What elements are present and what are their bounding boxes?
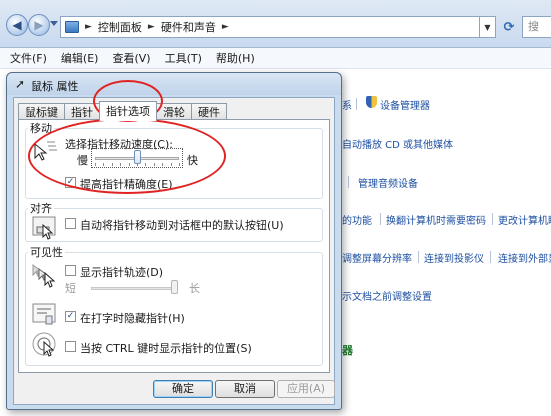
recent-pages-chevron-icon[interactable] — [50, 21, 58, 26]
link-divider — [356, 98, 357, 110]
speed-fast-label: 快 — [187, 154, 198, 167]
speed-slider-tick — [128, 163, 130, 166]
snap-to-checkbox[interactable] — [65, 218, 76, 229]
tab-pointers[interactable]: 指针 — [64, 103, 100, 120]
speed-slider-tick — [145, 163, 147, 166]
dialog-client-area: 鼠标键 指针 指针选项 滑轮 硬件 移动 选择指针移动速度(C): 慢 快 ✓ … — [13, 97, 335, 405]
menu-edit[interactable]: 编辑(E) — [61, 50, 99, 66]
section-heading-partial[interactable]: 器 — [342, 342, 353, 358]
enhance-precision-label[interactable]: 提高指针精确度(E) — [80, 176, 173, 192]
speed-slow-label: 慢 — [77, 154, 88, 167]
tab-buttons[interactable]: 鼠标键 — [18, 103, 65, 120]
breadcrumb-control-panel[interactable]: 控制面板 — [98, 19, 142, 35]
speed-slider-tick — [170, 163, 172, 166]
trails-slider-track — [91, 287, 175, 290]
breadcrumb-separator: ► — [85, 22, 92, 32]
hide-while-typing-label[interactable]: 在打字时隐藏指针(H) — [80, 310, 185, 326]
back-arrow-icon[interactable]: ◀ — [6, 14, 28, 36]
forward-arrow-icon[interactable]: ▶ — [28, 14, 50, 36]
breadcrumb-separator: ► — [147, 22, 155, 32]
speed-slider-tick — [179, 163, 180, 166]
link-divider — [348, 176, 349, 188]
show-location-label[interactable]: 当按 CTRL 键时显示指针的位置(S) — [80, 340, 252, 356]
link-divider — [380, 213, 381, 225]
checkmark-icon: ✓ — [66, 311, 75, 321]
address-dropdown-icon[interactable]: ▼ — [480, 16, 496, 38]
snap-to-label[interactable]: 自动将指针移动到对话框中的默认按钮(U) — [80, 217, 284, 233]
trails-slider-thumb — [171, 280, 178, 294]
apply-button[interactable]: 应用(A) — [277, 380, 335, 398]
show-location-ctrl-icon — [32, 332, 56, 357]
menu-file[interactable]: 文件(F) — [10, 50, 47, 66]
menu-view[interactable]: 查看(V) — [112, 50, 150, 66]
speed-slider-tick — [95, 163, 96, 166]
trails-long-label: 长 — [189, 282, 200, 295]
menu-help[interactable]: 帮助(H) — [216, 50, 255, 66]
link-connect-projector[interactable]: 连接到投影仪 — [424, 250, 484, 265]
menu-bar: 文件(F) 编辑(E) 查看(V) 工具(T) 帮助(H) — [0, 48, 551, 69]
speed-slider-tick — [137, 163, 138, 166]
pointer-options-panel: 移动 选择指针移动速度(C): 慢 快 ✓ 提高指针精确度(E) 对齐 自动将指… — [18, 119, 330, 373]
speed-slider-tick — [162, 163, 164, 166]
menu-tools[interactable]: 工具(T) — [165, 50, 202, 66]
snap-to-default-icon — [32, 216, 56, 240]
link-divider — [490, 251, 491, 263]
link-power-partial[interactable]: 的功能 — [342, 212, 372, 227]
link-autoplay[interactable]: 自动播放 CD 或其他媒体 — [342, 136, 453, 151]
trails-short-label: 短 — [65, 282, 76, 295]
pointer-speed-icon — [34, 141, 57, 161]
explorer-address-bar: ◀ ▶ ► 控制面板 ► 硬件和声音 ► ▼ ⟳ 搜 — [0, 0, 551, 48]
link-presentation-settings[interactable]: 示文档之前调整设置 — [342, 288, 432, 303]
link-manage-audio[interactable]: 管理音频设备 — [358, 175, 418, 190]
mouse-properties-dialog: ➚ 鼠标 属性 鼠标键 指针 指针选项 滑轮 硬件 移动 选择指针移动速度(C)… — [6, 72, 342, 410]
tab-strip: 鼠标键 指针 指针选项 滑轮 硬件 — [18, 101, 227, 121]
hide-while-typing-checkbox[interactable]: ✓ — [65, 311, 76, 322]
checkmark-icon: ✓ — [66, 177, 75, 187]
link-sleep-settings[interactable]: 更改计算机睡 — [498, 212, 551, 227]
shield-icon — [366, 96, 377, 108]
link-external-display[interactable]: 连接到外部显 — [498, 250, 551, 265]
cancel-button[interactable]: 取消 — [215, 380, 275, 398]
dialog-titlebar[interactable]: ➚ 鼠标 属性 — [7, 73, 341, 95]
link-wake-password[interactable]: 换翻计算机时需要密码 — [386, 212, 486, 227]
hide-while-typing-icon — [32, 303, 56, 325]
speed-slider-tick — [111, 163, 113, 166]
dialog-title: 鼠标 属性 — [31, 80, 79, 93]
tab-wheel[interactable]: 滑轮 — [156, 103, 192, 120]
tab-hardware[interactable]: 硬件 — [191, 103, 227, 120]
link-divider — [492, 213, 493, 225]
link-device-manager[interactable]: 设备管理器 — [380, 97, 430, 112]
tab-pointer-options[interactable]: 指针选项 — [99, 101, 157, 121]
breadcrumb-separator: ► — [221, 22, 229, 32]
link-system-partial[interactable]: 系 — [342, 97, 352, 112]
address-field[interactable]: ► 控制面板 ► 硬件和声音 ► — [60, 16, 480, 38]
pointer-trails-checkbox[interactable] — [65, 265, 76, 276]
control-panel-icon — [65, 21, 79, 33]
speed-slider-tick — [153, 163, 155, 166]
link-screen-resolution[interactable]: 调整屏幕分辨率 — [342, 250, 412, 265]
show-location-checkbox[interactable] — [65, 341, 76, 352]
ok-button[interactable]: 确定 — [153, 380, 213, 398]
refresh-icon[interactable]: ⟳ — [499, 17, 519, 37]
speed-slider-thumb[interactable] — [134, 150, 141, 164]
visibility-legend: 可见性 — [30, 246, 63, 259]
breadcrumb-hardware-sound[interactable]: 硬件和声音 — [161, 19, 216, 35]
mouse-pointer-icon: ➚ — [15, 77, 26, 91]
motion-legend: 移动 — [30, 122, 52, 135]
search-input[interactable]: 搜 — [522, 16, 551, 38]
speed-slider-tick — [120, 163, 122, 166]
enhance-precision-checkbox[interactable]: ✓ — [65, 177, 76, 188]
pointer-trails-icon — [32, 264, 56, 288]
pointer-trails-label[interactable]: 显示指针轨迹(D) — [80, 264, 163, 280]
link-divider — [418, 251, 419, 263]
speed-slider-tick — [103, 163, 105, 166]
